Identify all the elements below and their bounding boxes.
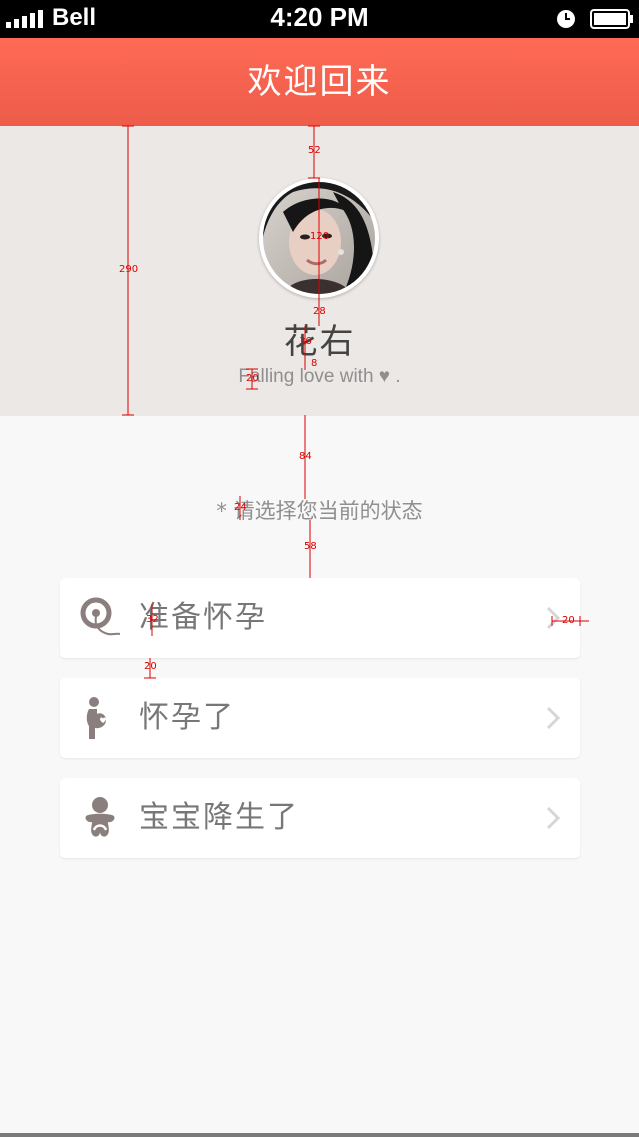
annotation-label: 52 (308, 145, 321, 156)
chevron-right-icon (546, 806, 560, 830)
user-tagline: Falling love with ♥ . (238, 366, 401, 387)
status-prompt: * 请选择您当前的状态 (216, 499, 423, 523)
status-time: 4:20 PM (270, 2, 369, 32)
profile-section: 花右 Falling love with ♥ . (0, 126, 639, 416)
annotation-label: 24 (234, 502, 247, 513)
option-baby-born[interactable]: 宝宝降生了 (60, 778, 580, 858)
option-pregnant[interactable]: 怀孕了 (60, 678, 580, 758)
annotation-label: 290 (119, 264, 139, 275)
annotation-label: 84 (299, 451, 312, 462)
annotation-label: 20 (562, 615, 575, 626)
status-bar: Bell 4:20 PM (0, 0, 639, 38)
annotation-label: 32 (146, 614, 159, 625)
annotation-label: 20 (144, 661, 157, 672)
page-title: 欢迎回来 (247, 62, 392, 102)
option-label: 宝宝降生了 (139, 800, 299, 835)
user-name: 花右 (283, 322, 356, 362)
bottom-edge (0, 1133, 639, 1137)
option-preparing-pregnancy[interactable]: 准备怀孕 (60, 578, 580, 658)
baby-icon (85, 797, 115, 837)
battery-icon (590, 9, 633, 29)
header-bar: 欢迎回来 (0, 38, 639, 126)
annotation-label: 120 (310, 231, 330, 242)
annotation-label: 20 (246, 373, 259, 384)
clock-icon (557, 10, 575, 28)
chevron-right-icon (546, 606, 560, 630)
option-label: 怀孕了 (139, 700, 235, 735)
annotation-label: 28 (313, 306, 326, 317)
annotation-label: 8 (311, 358, 318, 369)
pregnant-woman-icon (86, 697, 106, 739)
chevron-right-icon (546, 706, 560, 730)
sperm-egg-icon (80, 597, 121, 636)
annotation-label: 58 (304, 541, 317, 552)
annotation-label: 36 (299, 336, 312, 347)
